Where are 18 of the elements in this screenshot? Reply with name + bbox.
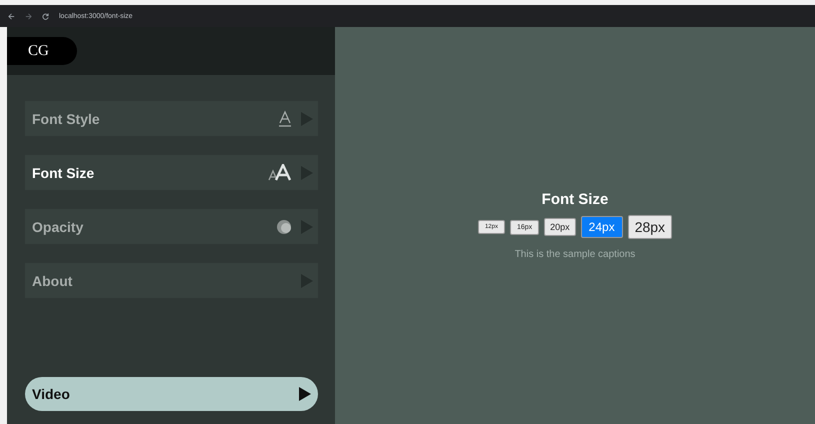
size-option[interactable]: 20px — [544, 218, 576, 236]
menu-item[interactable]: Font Style — [25, 101, 318, 136]
play-icon — [298, 386, 312, 402]
opacity-icon — [276, 218, 292, 234]
sample-caption: This is the sample captions — [514, 249, 636, 260]
size-option[interactable]: 24px — [580, 216, 623, 238]
font-size-icon — [268, 164, 292, 182]
forward-icon[interactable] — [25, 12, 32, 20]
logo: CG — [7, 37, 77, 65]
back-icon[interactable] — [8, 12, 15, 20]
size-option[interactable]: 28px — [628, 215, 672, 239]
panel-title: Font Size — [542, 191, 608, 208]
menu-item[interactable]: Font Size — [25, 155, 318, 190]
menu-item[interactable]: Opacity — [25, 209, 318, 244]
underlined-letter-icon — [278, 110, 292, 128]
video-button[interactable]: Video — [25, 377, 318, 411]
menu-item[interactable]: About — [25, 263, 318, 298]
reload-icon[interactable] — [42, 12, 49, 20]
